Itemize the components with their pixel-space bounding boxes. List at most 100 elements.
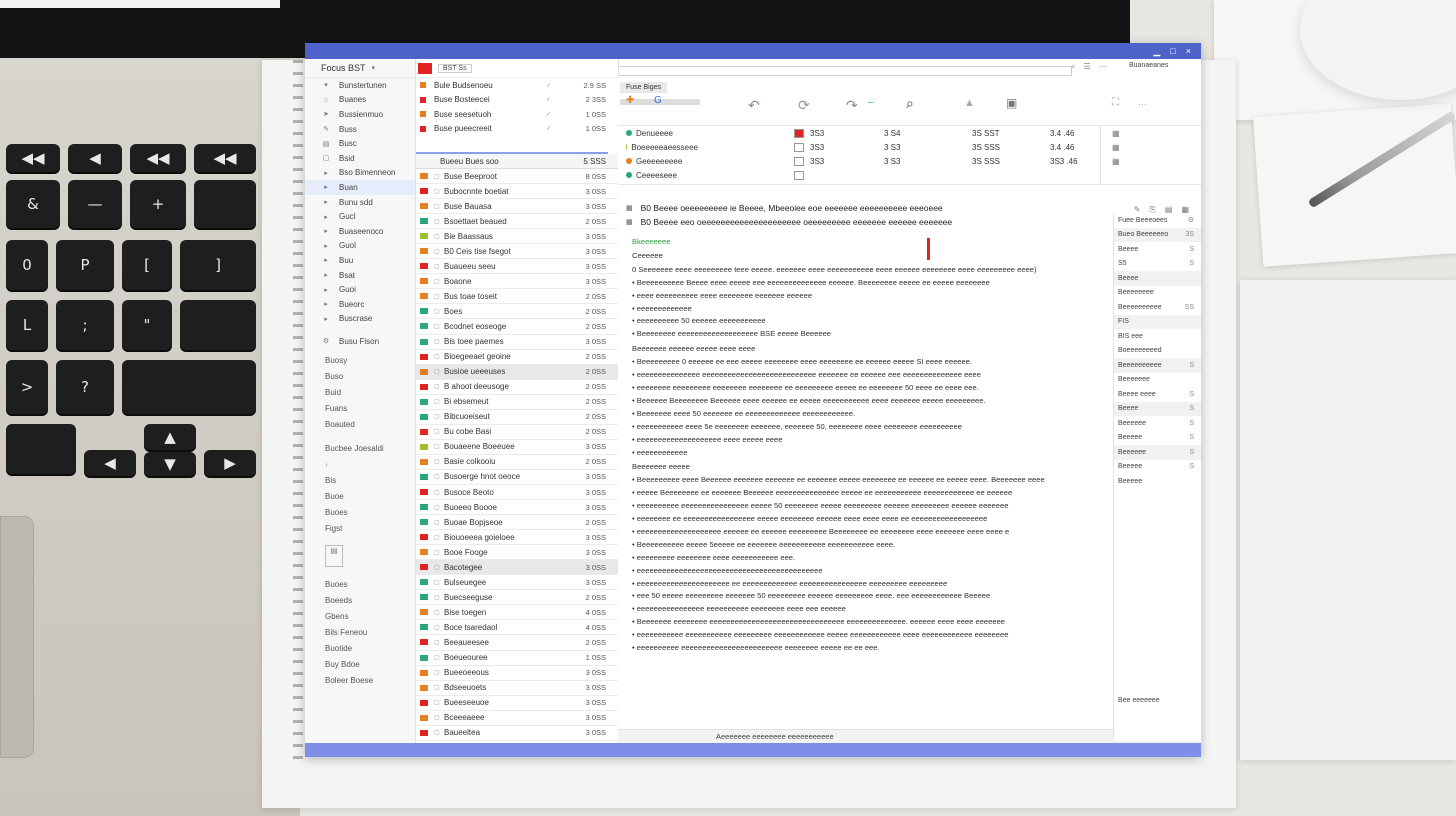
pinned-message[interactable]: Buse Bosteecei ✓ 2 3SS	[416, 93, 618, 108]
checkbox-icon[interactable]: ▢	[434, 609, 444, 616]
sidebar-label-item[interactable]: Figst	[305, 521, 415, 537]
checkbox-icon[interactable]: ▢	[434, 729, 444, 736]
checkbox-icon[interactable]: ▢	[434, 428, 444, 435]
sidebar-label-item[interactable]: Buoes	[305, 505, 415, 521]
tab-label[interactable]: BST Ss	[438, 63, 472, 73]
property-row[interactable]: FIS	[1114, 314, 1201, 329]
property-row[interactable]: Beeee eeee S	[1114, 387, 1201, 402]
sidebar-folder-item[interactable]: ☆ Buanes	[305, 93, 415, 108]
checkbox-icon[interactable]: ▢	[434, 714, 444, 721]
table-row[interactable]: ▢ Basie colkooiu 2 0SS	[416, 455, 618, 470]
table-row[interactable]: ▢ Buoae Bopjseoe 2 0SS	[416, 515, 618, 531]
checkbox-icon[interactable]: ▢	[434, 473, 444, 480]
property-row[interactable]: BIS eee	[1114, 329, 1201, 344]
filter-icon[interactable]: ☰	[1083, 62, 1090, 72]
table-row[interactable]: ▢ Booe Fooge 3 0SS	[416, 545, 618, 561]
property-row[interactable]: Boeeeeeeeed	[1114, 344, 1201, 359]
table-row[interactable]: ▢ Bis toee paemes 3 0SS	[416, 335, 618, 350]
archive-icon[interactable]: ▲	[964, 97, 975, 109]
attachment-row[interactable]: Ceeeeseee	[618, 168, 1201, 182]
calendar-icon[interactable]: ▣	[1006, 96, 1017, 110]
forward-icon[interactable]: ↷	[846, 97, 858, 114]
sidebar-label-item[interactable]: Buoe	[305, 489, 415, 505]
settings-icon[interactable]: ⚙	[1188, 216, 1194, 224]
sidebar-folder-item[interactable]: ▸ Buu	[305, 253, 415, 268]
maximize-icon[interactable]: □	[1170, 46, 1175, 56]
property-row[interactable]: Beeeeee S	[1114, 445, 1201, 460]
property-row[interactable]: Beeee S	[1114, 242, 1201, 257]
flag-icon[interactable]: ✚	[626, 95, 634, 106]
table-row[interactable]: ▢ Boes 2 0SS	[416, 304, 618, 320]
table-row[interactable]: ▢ Bie Baassaus 3 0SS	[416, 229, 618, 245]
search-icon[interactable]: ⌕	[906, 95, 914, 112]
checkbox-icon[interactable]: ▢	[434, 353, 444, 360]
checkbox-icon[interactable]: ▢	[434, 338, 444, 345]
sidebar-label-item[interactable]: Boleer Boese	[305, 673, 415, 689]
checkbox-icon[interactable]: ▢	[434, 564, 444, 571]
sidebar-label-item[interactable]: Buid	[305, 385, 415, 401]
google-icon[interactable]: G	[654, 95, 662, 106]
sidebar-folder-item[interactable]: ▸ Buan	[305, 180, 415, 195]
attachment-row[interactable]: Boeeeeeaeesseee 3S3 3 S3 3S SSS 3.4 .46 ▦	[618, 140, 1201, 154]
sidebar-label-item[interactable]: Boeeds	[305, 593, 415, 609]
checkbox-icon[interactable]: ▢	[434, 188, 444, 195]
property-row[interactable]: Beeeeeee	[1114, 373, 1201, 388]
property-row[interactable]: Beeeee S	[1114, 460, 1201, 475]
sidebar-folder-item[interactable]: ✎ Buss	[305, 122, 415, 137]
sidebar-folder-item[interactable]: ▸ Bunu sdd	[305, 195, 415, 210]
collapse-icon[interactable]: ›	[305, 457, 415, 473]
table-row[interactable]: ▢ Bus toae toseit 2 0SS	[416, 289, 618, 305]
table-row[interactable]: ▢ B0 Ceis tise fsegot 3 0SS	[416, 244, 618, 260]
sidebar-folder-item[interactable]: ▸ Gucl	[305, 209, 415, 224]
checkbox-icon[interactable]: ▢	[434, 579, 444, 586]
checkbox-icon[interactable]: ▢	[434, 443, 444, 450]
sidebar-folder-item[interactable]: ➤ Bussienmuo	[305, 107, 415, 122]
sidebar-folder-item[interactable]: ▢ Bsid	[305, 151, 415, 166]
property-row[interactable]: Beeee	[1114, 271, 1201, 286]
table-row[interactable]: ▢ Bsoettaet beaued 2 0SS	[416, 214, 618, 230]
checkbox-icon[interactable]: ▢	[434, 504, 444, 511]
sidebar-folder-item[interactable]: ▾ Bunstertunen	[305, 78, 415, 93]
tab-preview[interactable]: Fuse Biges	[620, 81, 668, 93]
sidebar-folder-item[interactable]: ▸ Buscrase	[305, 312, 415, 327]
table-row[interactable]: ▢ Buse Beeproot 8 0SS	[416, 169, 618, 185]
attachment-row[interactable]: Geeeeeeeee 3S3 3 S3 3S SSS 3S3 .46 ▦	[618, 154, 1201, 168]
sidebar-folder-item[interactable]: ▸ Bueorc	[305, 297, 415, 312]
property-row[interactable]: Bueo Beeeeeeo 3S	[1114, 227, 1201, 242]
table-row[interactable]: ▢ Buoeeo Boooe 3 0SS	[416, 500, 618, 516]
table-row[interactable]: ▢ Bueeoeeous 3 0SS	[416, 666, 618, 681]
property-row[interactable]: Beeeeeeeeee S	[1114, 358, 1201, 373]
table-row[interactable]: ▢ Bibcuoeiseut 2 0SS	[416, 410, 618, 425]
checkbox-icon[interactable]: ▢	[434, 308, 444, 315]
checkbox-icon[interactable]: ▢	[434, 458, 444, 465]
grid-icon[interactable]: ▦	[1112, 129, 1132, 138]
property-row[interactable]: Beeeee	[1114, 474, 1201, 489]
table-row[interactable]: ▢ Boce tsaredaol 4 0SS	[416, 620, 618, 636]
property-row[interactable]: Beeeeee S	[1114, 416, 1201, 431]
search-icon[interactable]: ⌕	[1071, 62, 1075, 72]
sidebar-label-item[interactable]: Buosy	[305, 353, 415, 369]
table-row[interactable]: ▢ Bulseuegee 3 0SS	[416, 575, 618, 591]
sidebar-label-item[interactable]: Fuans	[305, 401, 415, 417]
table-row[interactable]: ▢ Busoce Beoto 3 0SS	[416, 485, 618, 501]
table-row[interactable]: ▢ Bu cobe Basi 2 0SS	[416, 425, 618, 440]
sidebar-label-item[interactable]: Bis	[305, 473, 415, 489]
checkbox-icon[interactable]: ▢	[434, 534, 444, 541]
checkbox-icon[interactable]: ▢	[434, 383, 444, 390]
sidebar-label-item[interactable]: Buso	[305, 369, 415, 385]
table-row[interactable]: ▢ Bdseeuoets 3 0SS	[416, 681, 618, 696]
account-switcher[interactable]: Focus BST ▾	[305, 59, 415, 78]
table-row[interactable]: ▢ Baueeltea 3 0SS	[416, 726, 618, 741]
pinned-message[interactable]: Buse pueecreeit ✓ 1 0SS	[416, 122, 618, 137]
checkbox-icon[interactable]: ▢	[434, 594, 444, 601]
checkbox-icon[interactable]: ▢	[434, 368, 444, 375]
table-row[interactable]: ▢ Bacotegee 3 0SS	[416, 560, 618, 576]
table-row[interactable]: ▢ Busoerge hnot oeoce 3 0SS	[416, 470, 618, 485]
sidebar-label-item[interactable]: Buoes	[305, 577, 415, 593]
checkbox-icon[interactable]: ▢	[434, 669, 444, 676]
checkbox-icon[interactable]: ▢	[434, 654, 444, 661]
checkbox-icon[interactable]: ▢	[434, 323, 444, 330]
table-row[interactable]: ▢ Biouoeeea goieloee 3 0SS	[416, 530, 618, 546]
checkbox-icon[interactable]: ▢	[434, 624, 444, 631]
pinned-message[interactable]: Buse seesetuoh ✓ 1 0SS	[416, 107, 618, 122]
